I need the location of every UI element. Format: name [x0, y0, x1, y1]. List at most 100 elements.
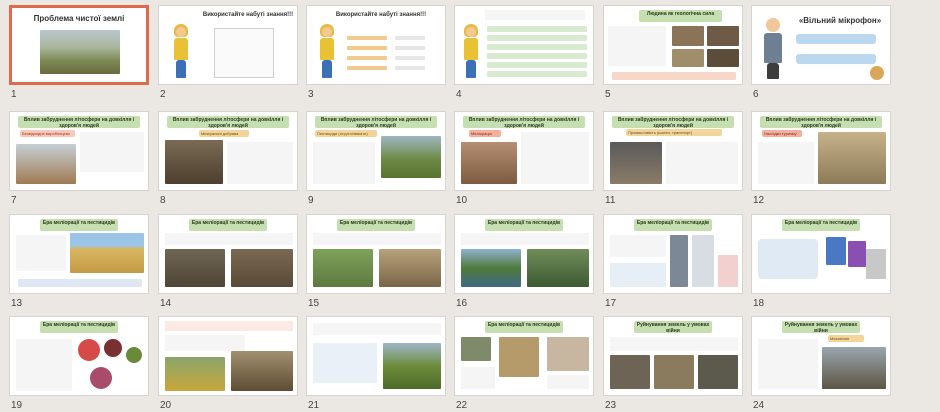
- slide-thumbnail[interactable]: Руйнування земель у умовах війни Механіч…: [751, 316, 891, 396]
- slide-title: Вплив забруднення літосфери на довкілля …: [760, 116, 882, 128]
- slide-number: 24: [753, 400, 765, 411]
- topic-label: Безвідходне виробництво: [20, 130, 75, 137]
- slide-thumbnail[interactable]: Ера меліорації та пестицидів: [603, 214, 743, 294]
- slide-title: Ера меліорації та пестицидів: [485, 321, 563, 333]
- slide-24[interactable]: Руйнування земель у умовах війни Механіч…: [751, 316, 891, 412]
- slide-number: 13: [11, 298, 23, 309]
- slide-number: 17: [605, 298, 617, 309]
- slide-thumbnail[interactable]: Ера меліорації та пестицидів: [9, 214, 149, 294]
- teacher-illustration: [461, 24, 481, 79]
- slide-thumbnail[interactable]: Ера меліорації та пестицидів: [751, 214, 891, 294]
- slide-title: Ера меліорації та пестицидів: [634, 219, 712, 231]
- slide-title: «Вільний мікрофон»: [798, 16, 882, 25]
- slide-thumbnail[interactable]: Вплив забруднення літосфери на довкілля …: [751, 111, 891, 191]
- slide-thumbnail[interactable]: Використайте набуті знання!!!: [306, 5, 446, 85]
- instruction-text: [485, 10, 585, 20]
- slide-title: Ера меліорації та пестицидів: [40, 219, 118, 231]
- speaker-illustration: [760, 16, 786, 81]
- slide-number: 11: [605, 195, 616, 206]
- slide-7[interactable]: Вплив забруднення літосфери на довкілля …: [9, 111, 149, 211]
- slide-6[interactable]: «Вільний мікрофон» 6: [751, 5, 891, 105]
- slide-14[interactable]: Ера меліорації та пестицидів 14: [158, 214, 298, 314]
- slide-20[interactable]: 20: [158, 316, 298, 412]
- slide-22[interactable]: Ера меліорації та пестицидів 22: [454, 316, 594, 412]
- slide-2[interactable]: Використайте набуті знання!!! 2: [158, 5, 298, 105]
- slide-number: 6: [753, 89, 759, 100]
- slide-19[interactable]: Ера меліорації та пестицидів 19: [9, 316, 149, 412]
- slide-thumbnail[interactable]: Вплив забруднення літосфери на довкілля …: [603, 111, 743, 191]
- slide-title: Ера меліорації та пестицидів: [337, 219, 415, 231]
- topic-label: Меліорація: [469, 130, 501, 137]
- slide-number: 3: [308, 89, 314, 100]
- slide-thumbnail[interactable]: Ера меліорації та пестицидів: [306, 214, 446, 294]
- topic-label: Мінеральні добрива: [199, 130, 249, 137]
- slide-16[interactable]: Ера меліорації та пестицидів 16: [454, 214, 594, 314]
- slide-number: 5: [605, 89, 611, 100]
- teacher-illustration: [171, 24, 191, 79]
- slide-5[interactable]: Людина як геологічна сила 5: [603, 5, 743, 105]
- slide-title: Вплив забруднення літосфери на довкілля …: [463, 116, 585, 128]
- slide-number: 21: [308, 400, 320, 411]
- slide-title: Вплив забруднення літосфери на довкілля …: [612, 116, 734, 128]
- teacher-illustration: [317, 24, 337, 79]
- slide-title: Ера меліорації та пестицидів: [485, 219, 563, 231]
- slide-10[interactable]: Вплив забруднення літосфери на довкілля …: [454, 111, 594, 211]
- slide-title: Руйнування земель у умовах війни: [634, 321, 712, 333]
- slide-23[interactable]: Руйнування земель у умовах війни 23: [603, 316, 743, 412]
- slide-title: Ера меліорації та пестицидів: [40, 321, 118, 333]
- slide-9[interactable]: Вплив забруднення літосфери на довкілля …: [306, 111, 446, 211]
- slide-number: 7: [11, 195, 17, 206]
- slide-thumbnail[interactable]: Ера меліорації та пестицидів: [9, 316, 149, 396]
- slide-title: Вплив забруднення літосфери на довкілля …: [18, 116, 140, 128]
- slide-number: 15: [308, 298, 320, 309]
- slide-title: Проблема чистої землі: [33, 14, 125, 23]
- field-photo: [40, 30, 120, 74]
- slide-17[interactable]: Ера меліорації та пестицидів 17: [603, 214, 743, 314]
- slide-title: Ера меліорації та пестицидів: [189, 219, 267, 231]
- slide-number: 23: [605, 400, 617, 411]
- slide-title: Використайте набуті знання!!!: [202, 12, 294, 18]
- slide-number: 10: [456, 195, 468, 206]
- slide-1[interactable]: Проблема чистої землі 1: [9, 5, 149, 105]
- slide-number: 2: [160, 89, 166, 100]
- slide-8[interactable]: Вплив забруднення літосфери на довкілля …: [158, 111, 298, 211]
- slide-thumbnail[interactable]: [158, 316, 298, 396]
- slide-number: 18: [753, 298, 765, 309]
- body-text: [608, 26, 666, 66]
- slide-number: 4: [456, 89, 462, 100]
- slide-thumbnail[interactable]: [306, 316, 446, 396]
- slide-sorter-grid: Проблема чистої землі 1 Використайте наб…: [0, 0, 940, 412]
- slide-thumbnail[interactable]: «Вільний мікрофон»: [751, 5, 891, 85]
- answer-list: [214, 28, 274, 78]
- topic-label: Пестициди (отрутохімікати): [315, 130, 377, 137]
- slide-18[interactable]: Ера меліорації та пестицидів 18: [751, 214, 891, 314]
- slide-13[interactable]: Ера меліорації та пестицидів 13: [9, 214, 149, 314]
- slide-3[interactable]: Використайте набуті знання!!! 3: [306, 5, 446, 105]
- slide-thumbnail[interactable]: Використайте набуті знання!!!: [158, 5, 298, 85]
- slide-thumbnail[interactable]: [454, 5, 594, 85]
- slide-15[interactable]: Ера меліорації та пестицидів 15: [306, 214, 446, 314]
- slide-title: Руйнування земель у умовах війни: [782, 321, 860, 333]
- slide-title: Ера меліорації та пестицидів: [782, 219, 860, 231]
- slide-thumbnail[interactable]: Людина як геологічна сила: [603, 5, 743, 85]
- slide-12[interactable]: Вплив забруднення літосфери на довкілля …: [751, 111, 891, 211]
- slide-thumbnail[interactable]: Вплив забруднення літосфери на довкілля …: [9, 111, 149, 191]
- slide-21[interactable]: 21: [306, 316, 446, 412]
- slide-thumbnail[interactable]: Руйнування земель у умовах війни: [603, 316, 743, 396]
- slide-thumbnail[interactable]: Вплив забруднення літосфери на довкілля …: [158, 111, 298, 191]
- slide-number: 1: [11, 89, 17, 100]
- slide-4[interactable]: 4: [454, 5, 594, 105]
- slide-thumbnail[interactable]: Проблема чистої землі: [9, 5, 149, 85]
- slide-number: 19: [11, 400, 23, 411]
- slide-number: 20: [160, 400, 172, 411]
- slide-number: 22: [456, 400, 468, 411]
- slide-title: Людина як геологічна сила: [639, 10, 722, 22]
- slide-number: 16: [456, 298, 468, 309]
- slide-11[interactable]: Вплив забруднення літосфери на довкілля …: [603, 111, 743, 211]
- slide-thumbnail[interactable]: Ера меліорації та пестицидів: [454, 214, 594, 294]
- slide-number: 14: [160, 298, 172, 309]
- slide-thumbnail[interactable]: Ера меліорації та пестицидів: [454, 316, 594, 396]
- slide-thumbnail[interactable]: Вплив забруднення літосфери на довкілля …: [454, 111, 594, 191]
- slide-thumbnail[interactable]: Ера меліорації та пестицидів: [158, 214, 298, 294]
- slide-thumbnail[interactable]: Вплив забруднення літосфери на довкілля …: [306, 111, 446, 191]
